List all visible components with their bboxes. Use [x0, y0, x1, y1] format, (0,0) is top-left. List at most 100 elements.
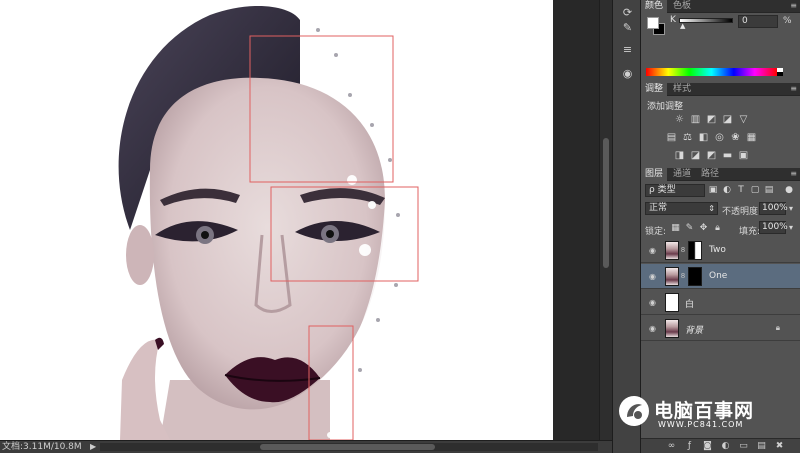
color-panel-tabs: 颜色 色板 ≡ — [641, 0, 800, 13]
eye-icon[interactable]: ◉ — [647, 297, 658, 308]
layer-mask-thumbnail[interactable] — [688, 241, 702, 260]
threshold-icon[interactable]: ◩ — [706, 150, 717, 161]
brush-icon[interactable]: ✎ — [619, 20, 636, 35]
watermark: 电脑百事网 WWW.PC841.COM — [618, 393, 798, 433]
posterize-icon[interactable]: ◪ — [690, 150, 701, 161]
black-white-ramp[interactable] — [777, 68, 783, 76]
horizontal-scrollbar[interactable] — [100, 443, 598, 451]
fill-input[interactable]: 100% — [759, 221, 788, 234]
layer-filter-select[interactable]: ρ 类型 — [645, 184, 705, 197]
tab-channels[interactable]: 通道 — [669, 168, 695, 181]
layer-mask-thumbnail[interactable] — [688, 267, 702, 286]
panel-menu-icon[interactable]: ≡ — [790, 83, 797, 95]
tab-swatches[interactable]: 色板 — [669, 0, 695, 13]
opacity-label: 不透明度: — [722, 207, 762, 217]
filter-shape-icon[interactable]: ▢ — [750, 185, 760, 196]
lock-pixels-icon[interactable]: ✎ — [684, 223, 695, 234]
gradient-map-icon[interactable]: ▬ — [722, 150, 733, 161]
panel-menu-icon[interactable]: ≡ — [790, 0, 797, 12]
lock-position-icon[interactable]: ✥ — [698, 223, 709, 234]
color-balance-icon[interactable]: ⚖ — [682, 132, 693, 143]
layers-panel-tabs: 图层 通道 路径 ≡ — [641, 168, 800, 181]
panel-menu-icon[interactable]: ≡ — [790, 168, 797, 180]
color-spectrum[interactable] — [646, 68, 777, 76]
chain-link-icon[interactable]: 8 — [680, 271, 686, 282]
eye-icon[interactable]: ◉ — [647, 271, 658, 282]
filter-toggle-icon[interactable]: ● — [784, 185, 794, 196]
vibrance-icon[interactable]: ▽ — [738, 114, 749, 125]
layer-row-two[interactable]: ◉ 8 Two — [641, 238, 800, 263]
channels-icon[interactable]: ◉ — [619, 66, 636, 81]
document-canvas[interactable] — [0, 0, 553, 440]
chevron-down-icon[interactable]: ▾ — [789, 223, 793, 232]
chain-link-icon[interactable]: 8 — [680, 245, 686, 256]
filter-adjustment-icon[interactable]: ◐ — [722, 185, 732, 196]
k-slider[interactable] — [679, 18, 733, 23]
adjust-panel-tabs: 调整 样式 ≡ — [641, 83, 800, 96]
adjust-icon[interactable]: ≡ — [619, 42, 636, 57]
vertical-scrollbar[interactable] — [599, 0, 612, 440]
layer-name: One — [709, 271, 728, 281]
lock-all-icon[interactable]: 🔒︎ — [712, 223, 723, 234]
exposure-icon[interactable]: ◪ — [722, 114, 733, 125]
blend-mode-value: 正常 — [649, 203, 668, 213]
filter-pixel-icon[interactable]: ▣ — [708, 185, 718, 196]
new-layer-icon[interactable]: ▤ — [756, 441, 767, 452]
chevron-down-icon[interactable]: ▾ — [789, 204, 793, 213]
opacity-input[interactable]: 100% — [759, 202, 788, 215]
fx-icon[interactable]: ƒ — [684, 441, 695, 452]
invert-icon[interactable]: ◨ — [674, 150, 685, 161]
layer-thumbnail[interactable] — [665, 267, 679, 286]
hue-saturation-icon[interactable]: ▤ — [666, 132, 677, 143]
adjustment-layer-icon[interactable]: ◐ — [720, 441, 731, 452]
blend-mode-select[interactable]: 正常 ⇕ — [645, 202, 718, 215]
canvas-area[interactable]: 文档:3.11M/10.8M ▶ — [0, 0, 612, 453]
layer-thumbnail[interactable] — [665, 241, 679, 260]
vertical-scroll-thumb[interactable] — [603, 138, 609, 268]
horizontal-scroll-thumb[interactable] — [260, 444, 435, 450]
tab-paths[interactable]: 路径 — [697, 168, 723, 181]
status-bar: 文档:3.11M/10.8M ▶ — [0, 440, 612, 453]
selective-color-icon[interactable]: ▣ — [738, 150, 749, 161]
trash-icon[interactable]: ✖ — [774, 441, 785, 452]
canvas-pasteboard — [553, 0, 599, 440]
color-lookup-icon[interactable]: ▦ — [746, 132, 757, 143]
channel-mixer-icon[interactable]: ❀ — [730, 132, 741, 143]
filter-smart-icon[interactable]: ▤ — [764, 185, 774, 196]
photo-filter-icon[interactable]: ◎ — [714, 132, 725, 143]
group-icon[interactable]: ▭ — [738, 441, 749, 452]
black-white-icon[interactable]: ◧ — [698, 132, 709, 143]
status-menu-arrow-icon[interactable]: ▶ — [90, 441, 96, 453]
fill-label: 填充: — [739, 227, 761, 237]
add-adjustment-heading: 添加调整 — [647, 102, 684, 112]
layer-row-background[interactable]: ◉ 背景 🔒︎ — [641, 316, 800, 341]
mask-icon[interactable]: ◙ — [702, 441, 713, 452]
3d-rotate-icon[interactable]: ⟳ — [619, 5, 636, 20]
eye-icon[interactable]: ◉ — [647, 245, 658, 256]
lock-icon: 🔒︎ — [775, 323, 780, 332]
portrait-image — [118, 0, 419, 440]
lock-transparency-icon[interactable]: ▦ — [670, 223, 681, 234]
tab-layers[interactable]: 图层 — [641, 168, 668, 181]
brightness-icon[interactable]: ☼ — [674, 114, 685, 125]
eye-icon[interactable]: ◉ — [647, 323, 658, 334]
watermark-url: WWW.PC841.COM — [658, 420, 744, 429]
link-icon[interactable]: ∞ — [666, 441, 677, 452]
watermark-title: 电脑百事网 — [654, 400, 755, 422]
slider-marker-icon[interactable]: ▲ — [680, 23, 685, 30]
layer-row-one[interactable]: ◉ 8 One — [641, 264, 800, 289]
filter-type-icon[interactable]: T — [736, 185, 746, 196]
layer-row-white[interactable]: ◉ 白 — [641, 290, 800, 315]
layer-name: 白 — [685, 300, 695, 310]
tab-styles[interactable]: 样式 — [669, 83, 695, 96]
tab-adjustments[interactable]: 调整 — [641, 83, 668, 96]
levels-icon[interactable]: ▥ — [690, 114, 701, 125]
curves-icon[interactable]: ◩ — [706, 114, 717, 125]
layer-thumbnail[interactable] — [665, 293, 679, 312]
layer-thumbnail[interactable] — [665, 319, 679, 338]
layer-name: Two — [709, 245, 726, 255]
tab-color[interactable]: 颜色 — [641, 0, 668, 13]
foreground-swatch[interactable] — [647, 17, 659, 29]
channel-label: K — [670, 15, 676, 25]
k-value-input[interactable]: 0 — [738, 15, 778, 28]
